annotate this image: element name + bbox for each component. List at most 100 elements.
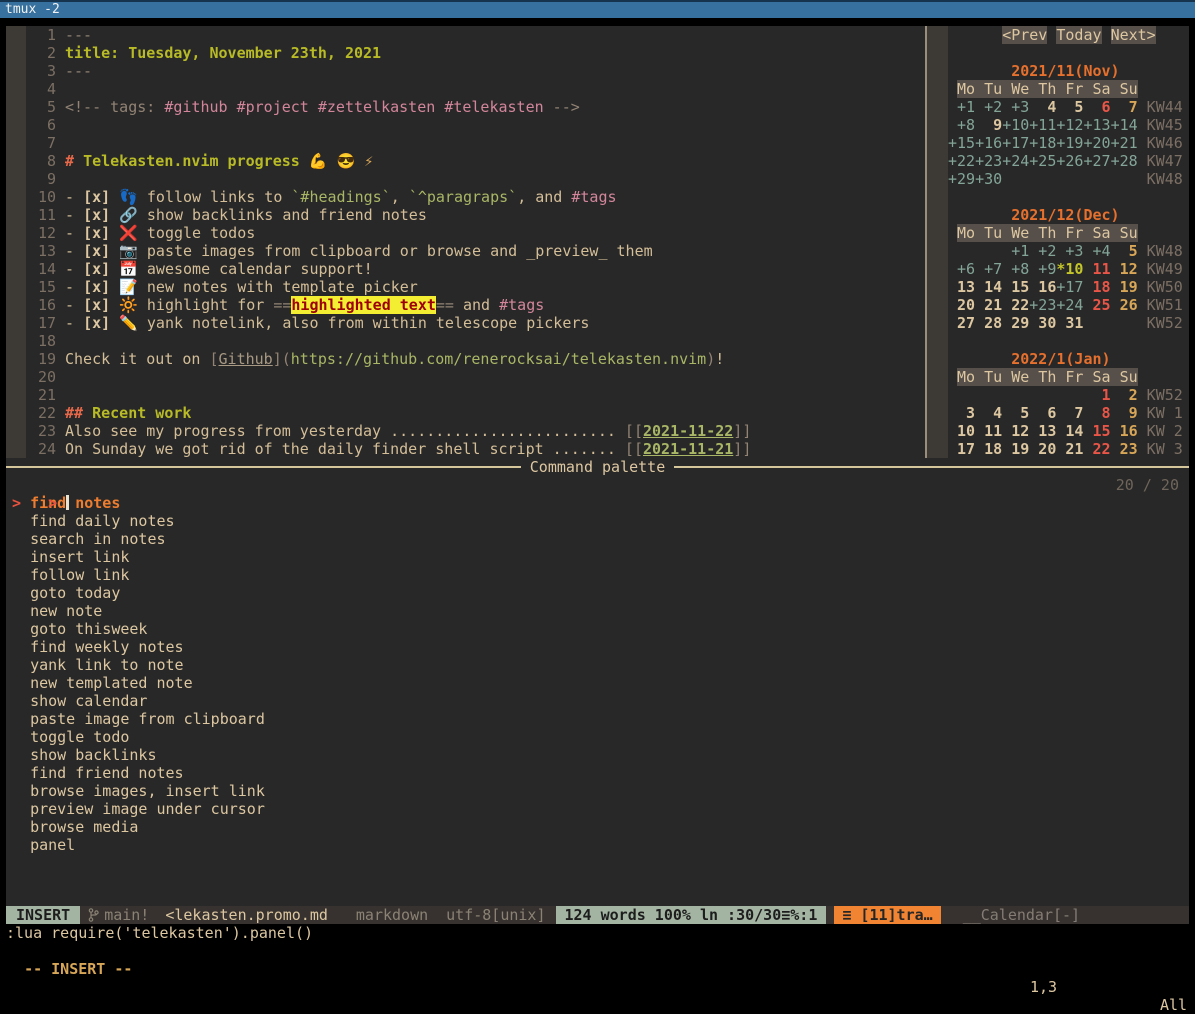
editor-line[interactable]: 22## Recent work: [6, 404, 925, 422]
editor-line[interactable]: 12- [x] ❌ toggle todos: [6, 224, 925, 242]
calendar-day[interactable]: 15: [1083, 422, 1110, 440]
palette-item[interactable]: show backlinks: [6, 746, 1189, 764]
palette-item[interactable]: goto today: [6, 584, 1189, 602]
calendar-day[interactable]: 5: [1002, 404, 1029, 422]
palette-item[interactable]: browse media: [6, 818, 1189, 836]
calendar-day[interactable]: +20: [1083, 134, 1110, 152]
editor-line[interactable]: 9: [6, 170, 925, 188]
command-palette-window[interactable]: Command palette > 20 / 20 > find notes f…: [6, 458, 1189, 906]
calendar-day[interactable]: 5: [1056, 98, 1083, 116]
note-link[interactable]: Github: [219, 350, 273, 368]
calendar-day[interactable]: 28: [975, 314, 1002, 332]
calendar-day[interactable]: 4: [975, 404, 1002, 422]
calendar-day[interactable]: +25: [1029, 152, 1056, 170]
calendar-day[interactable]: 20: [948, 296, 975, 314]
note-link[interactable]: 2021-11-22: [643, 422, 733, 440]
calendar-day[interactable]: 7: [1111, 98, 1138, 116]
calendar-day[interactable]: +6: [948, 260, 975, 278]
palette-item[interactable]: toggle todo: [6, 728, 1189, 746]
calendar-day[interactable]: +16: [975, 134, 1002, 152]
calendar-day[interactable]: +27: [1083, 152, 1110, 170]
calendar-today-button[interactable]: Today: [1056, 26, 1101, 44]
palette-item[interactable]: preview image under cursor: [6, 800, 1189, 818]
calendar-day[interactable]: 31: [1056, 314, 1083, 332]
calendar-day[interactable]: +1: [948, 98, 975, 116]
calendar-day[interactable]: 27: [948, 314, 975, 332]
calendar-day[interactable]: +18: [1029, 134, 1056, 152]
calendar-day[interactable]: +24: [1002, 152, 1029, 170]
calendar-day[interactable]: 19: [1002, 440, 1029, 458]
palette-item[interactable]: insert link: [6, 548, 1189, 566]
calendar-day[interactable]: +13: [1083, 116, 1110, 134]
palette-prompt[interactable]: > 20 / 20: [6, 476, 1189, 494]
palette-item[interactable]: find friend notes: [6, 764, 1189, 782]
note-link[interactable]: 2021-11-21: [643, 440, 733, 458]
editor-line[interactable]: 1---: [6, 26, 925, 44]
calendar-day[interactable]: +8: [1002, 260, 1029, 278]
calendar-day[interactable]: +2: [975, 98, 1002, 116]
calendar-next-button[interactable]: Next>: [1111, 26, 1156, 44]
calendar-day[interactable]: 21: [1056, 440, 1083, 458]
calendar-day[interactable]: 7: [1056, 404, 1083, 422]
calendar-day[interactable]: 9: [1111, 404, 1138, 422]
palette-item[interactable]: find weekly notes: [6, 638, 1189, 656]
palette-item[interactable]: browse images, insert link: [6, 782, 1189, 800]
calendar-day[interactable]: 14: [975, 278, 1002, 296]
calendar-day[interactable]: 11: [975, 422, 1002, 440]
calendar-day[interactable]: 13: [948, 278, 975, 296]
editor-line[interactable]: 13- [x] 📷 paste images from clipboard or…: [6, 242, 925, 260]
calendar-day[interactable]: 20: [1029, 440, 1056, 458]
calendar-day[interactable]: +22: [948, 152, 975, 170]
calendar-day[interactable]: 15: [1002, 278, 1029, 296]
calendar-day[interactable]: +24: [1056, 296, 1083, 314]
calendar-day[interactable]: 21: [975, 296, 1002, 314]
calendar-day[interactable]: 12: [1002, 422, 1029, 440]
calendar-day[interactable]: +17: [1056, 278, 1083, 296]
calendar-day[interactable]: 22: [1002, 296, 1029, 314]
calendar-day[interactable]: 23: [1111, 440, 1138, 458]
calendar-day[interactable]: +3: [1056, 242, 1083, 260]
palette-item[interactable]: new note: [6, 602, 1189, 620]
editor-line[interactable]: 23Also see my progress from yesterday ..…: [6, 422, 925, 440]
calendar-day[interactable]: 11: [1083, 260, 1110, 278]
editor-line[interactable]: 6: [6, 116, 925, 134]
palette-item[interactable]: search in notes: [6, 530, 1189, 548]
calendar-day[interactable]: 16: [1111, 422, 1138, 440]
editor-line[interactable]: 15- [x] 📝 new notes with template picker: [6, 278, 925, 296]
calendar-day[interactable]: 18: [1083, 278, 1110, 296]
calendar-day[interactable]: +17: [1002, 134, 1029, 152]
calendar-day[interactable]: 10: [948, 422, 975, 440]
palette-item[interactable]: find daily notes: [6, 512, 1189, 530]
editor-line[interactable]: 18: [6, 332, 925, 350]
calendar-day[interactable]: +1: [1002, 242, 1029, 260]
editor-line[interactable]: 3---: [6, 62, 925, 80]
calendar-day[interactable]: 18: [975, 440, 1002, 458]
calendar-day[interactable]: 19: [1111, 278, 1138, 296]
palette-item[interactable]: new templated note: [6, 674, 1189, 692]
calendar-day[interactable]: 2: [1111, 386, 1138, 404]
palette-item[interactable]: yank link to note: [6, 656, 1189, 674]
calendar-day[interactable]: +12: [1056, 116, 1083, 134]
calendar-day[interactable]: *10: [1056, 260, 1083, 278]
calendar-day[interactable]: +10: [1002, 116, 1029, 134]
editor-window[interactable]: 1---2title: Tuesday, November 23th, 2021…: [6, 26, 925, 458]
calendar-day[interactable]: 6: [1029, 404, 1056, 422]
palette-item[interactable]: goto thisweek: [6, 620, 1189, 638]
calendar-day[interactable]: 9: [975, 116, 1002, 134]
editor-line[interactable]: 14- [x] 📅 awesome calendar support!: [6, 260, 925, 278]
calendar-day[interactable]: 22: [1083, 440, 1110, 458]
calendar-day[interactable]: +23: [975, 152, 1002, 170]
editor-line[interactable]: 21: [6, 386, 925, 404]
editor-line[interactable]: 11- [x] 🔗 show backlinks and friend note…: [6, 206, 925, 224]
editor-line[interactable]: 2title: Tuesday, November 23th, 2021: [6, 44, 925, 62]
editor-line[interactable]: 5<!-- tags: #github #project #zettelkast…: [6, 98, 925, 116]
calendar-day[interactable]: 16: [1029, 278, 1056, 296]
calendar-day[interactable]: 26: [1111, 296, 1138, 314]
calendar-day[interactable]: +29: [948, 170, 975, 188]
calendar-window[interactable]: <Prev Today Next> 2021/11(Nov) Mo Tu We …: [927, 26, 1189, 458]
calendar-day[interactable]: 17: [948, 440, 975, 458]
editor-line[interactable]: 7: [6, 134, 925, 152]
editor-line[interactable]: 8# Telekasten.nvim progress 💪 😎 ⚡: [6, 152, 925, 170]
calendar-day[interactable]: 8: [1083, 404, 1110, 422]
palette-item[interactable]: > find notes: [6, 494, 1189, 512]
